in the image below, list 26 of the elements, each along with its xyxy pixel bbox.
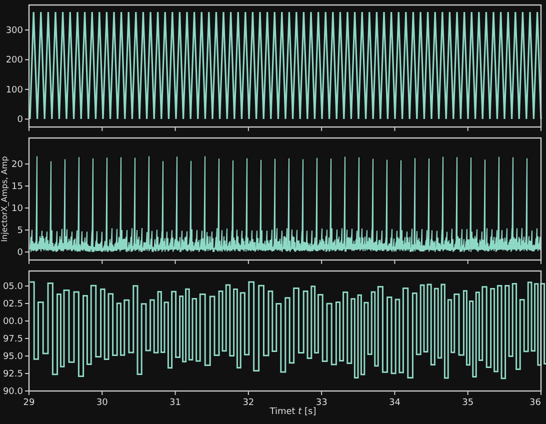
x-tick-label: 36	[530, 398, 541, 406]
x-tick-label: 35	[462, 398, 474, 406]
x-tick-label: 33	[316, 398, 328, 406]
y-tick-label: 02.5	[2, 300, 23, 310]
y-tick-label: 90.0	[2, 387, 23, 397]
x-tick-label: 30	[96, 398, 108, 406]
y-tick-label: 05.0	[2, 282, 23, 292]
y-tick-label: 0	[17, 115, 23, 126]
y-tick-label: 300	[6, 26, 23, 36]
y-tick-label: 20	[12, 160, 23, 170]
x-tick-label: 34	[389, 398, 400, 406]
x-tick-label: 29	[23, 398, 35, 406]
y-tick-label: 00.0	[2, 317, 23, 327]
y-tick-label: 10	[12, 204, 23, 214]
x-tick-label: 31	[170, 398, 181, 406]
x-axis-label: Timet t [s]	[270, 407, 316, 417]
x-tick-label: 32	[242, 398, 254, 406]
y-tick-label: 100	[6, 85, 23, 96]
y-tick-label: 0	[17, 248, 23, 258]
y-axis-label: InjectorX_Amps, Amp	[0, 156, 9, 242]
y-tick-label: 95.0	[2, 352, 23, 362]
y-tick-label: 200	[6, 56, 23, 66]
y-tick-label: 15	[12, 182, 23, 192]
y-tick-label: 5	[17, 226, 23, 236]
y-tick-label: 97.5	[2, 334, 23, 344]
y-tick-label: 92.5	[2, 370, 23, 380]
